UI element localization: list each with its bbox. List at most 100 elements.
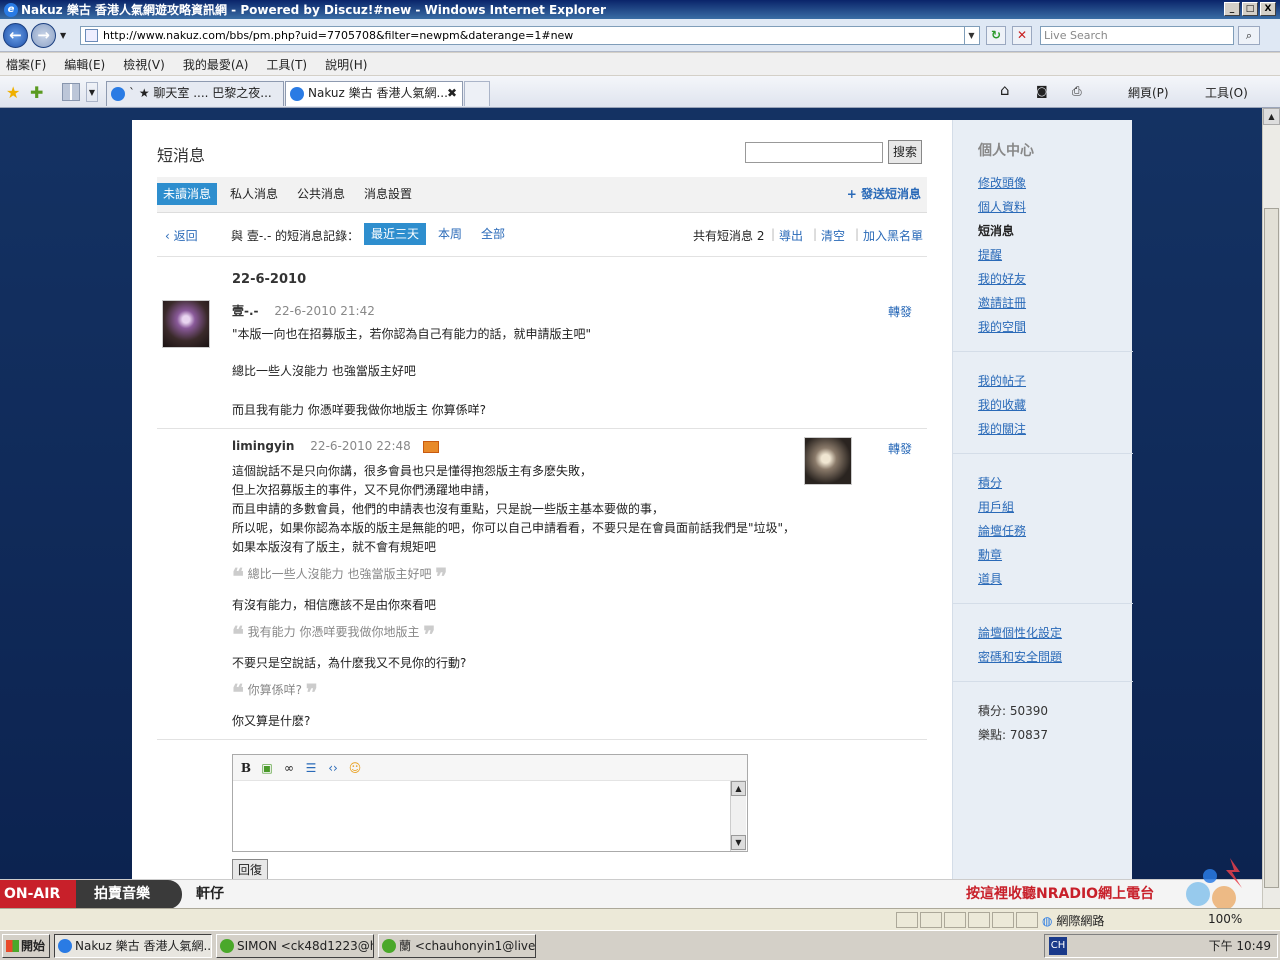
ie-logo-icon: e: [4, 2, 18, 17]
pm-search-button[interactable]: 搜索: [888, 140, 922, 164]
task-nakuz[interactable]: Nakuz 樂古 香港人氣網...: [54, 934, 212, 958]
menu-tools[interactable]: 工具(T): [266, 56, 307, 73]
stop-button[interactable]: ✕: [1012, 26, 1032, 45]
sidebar-item-space[interactable]: 我的空間: [978, 318, 1026, 335]
menu-file[interactable]: 檔案(F): [6, 56, 46, 73]
sidebar-item-friends[interactable]: 我的好友: [978, 270, 1026, 287]
image-icon[interactable]: ▣: [259, 761, 275, 775]
search-icon[interactable]: ⌕: [1238, 26, 1260, 45]
smiley-icon[interactable]: ☺: [347, 761, 363, 775]
forward-button[interactable]: →: [31, 23, 56, 48]
sidebar-item-usergroup[interactable]: 用戶組: [978, 498, 1014, 515]
security-zone[interactable]: ◍ 網際網路: [1042, 912, 1104, 929]
tab-list-icon[interactable]: ▼: [86, 82, 98, 102]
filter-all[interactable]: 全部: [474, 223, 512, 245]
new-tab-button[interactable]: [464, 81, 490, 106]
globe-icon: ◍: [1042, 914, 1053, 928]
print-icon[interactable]: ⎙: [1072, 84, 1082, 99]
task-simon[interactable]: SIMON <ck48d1223@ho...: [216, 934, 374, 958]
sidebar-item-notice[interactable]: 提醒: [978, 246, 1002, 263]
reply-editor[interactable]: B ▣ ∞ ☰ ‹› ☺ ▲ ▼: [232, 754, 748, 852]
reply-line: 不要只是空說話，為什麽我又不見你的行動?: [232, 656, 467, 670]
start-button[interactable]: 開始: [2, 934, 50, 958]
live-search-input[interactable]: Live Search: [1040, 26, 1234, 45]
editor-scrollbar[interactable]: ▲ ▼: [730, 781, 746, 851]
filter-recent-three-days[interactable]: 最近三天: [364, 223, 427, 245]
menu-favorites[interactable]: 我的最愛(A): [183, 56, 249, 73]
scroll-up-icon[interactable]: ▲: [1263, 108, 1280, 125]
tab-public[interactable]: 公共消息: [291, 183, 351, 205]
scroll-thumb[interactable]: [1264, 208, 1279, 888]
page-menu[interactable]: 網頁(P): [1128, 84, 1169, 101]
scroll-down-icon[interactable]: ▼: [731, 835, 746, 850]
tab-close-icon[interactable]: ✖: [447, 82, 457, 105]
minimize-button[interactable]: _: [1224, 2, 1240, 16]
address-dropdown-icon[interactable]: ▼: [964, 27, 978, 44]
mail-icon: [422, 440, 439, 453]
sidebar-item-threads[interactable]: 我的帖子: [978, 372, 1026, 389]
zoom-level[interactable]: 100%: [1208, 912, 1242, 926]
back-button[interactable]: ←: [3, 23, 28, 48]
back-link[interactable]: ‹ 返回: [165, 227, 198, 244]
sidebar-item-favorites[interactable]: 我的收藏: [978, 396, 1026, 413]
message-author[interactable]: limingyin: [232, 439, 294, 453]
history-dropdown-icon[interactable]: ▼: [60, 31, 66, 40]
menu-edit[interactable]: 編輯(E): [64, 56, 105, 73]
sidebar-item-items[interactable]: 道具: [978, 570, 1002, 587]
scroll-up-icon[interactable]: ▲: [731, 781, 746, 796]
reply-line: 你又算是什麽?: [232, 714, 311, 728]
blacklist-link[interactable]: 加入黑名單: [863, 227, 923, 244]
tab-settings[interactable]: 消息設置: [358, 183, 418, 205]
sidebar-item-profile[interactable]: 個人資料: [978, 198, 1026, 215]
ime-indicator[interactable]: CH: [1049, 937, 1067, 955]
quote-icon[interactable]: ☰: [303, 761, 319, 775]
avatar[interactable]: [804, 437, 852, 485]
code-icon[interactable]: ‹›: [325, 761, 341, 775]
clear-link[interactable]: 清空: [821, 227, 845, 244]
sidebar-item-security[interactable]: 密碼和安全問題: [978, 648, 1062, 665]
link-icon[interactable]: ∞: [281, 761, 297, 775]
menu-view[interactable]: 檢視(V): [123, 56, 165, 73]
quick-tabs-icon[interactable]: [62, 83, 80, 101]
reply-button[interactable]: 回復: [232, 859, 268, 879]
menu-help[interactable]: 說明(H): [325, 56, 367, 73]
sidebar-item-invite[interactable]: 邀請註冊: [978, 294, 1026, 311]
send-pm-link[interactable]: + 發送短消息: [847, 183, 921, 205]
sidebar-item-avatar[interactable]: 修改頭像: [978, 174, 1026, 191]
radio-banner[interactable]: ON-AIR 拍賣音樂 軒仔 按這裡收聽NRADIO網上電台: [0, 858, 1262, 910]
tab-private[interactable]: 私人消息: [224, 183, 284, 205]
tab-chatroom[interactable]: ` ★ 聊天室 .... 巴黎之夜...: [106, 81, 284, 106]
message-author[interactable]: 壹-.-: [232, 304, 259, 318]
task-lan[interactable]: 蘭 <chauhonyin1@live.h...: [378, 934, 536, 958]
sidebar-item-tasks[interactable]: 論壇任務: [978, 522, 1026, 539]
export-link[interactable]: 導出: [779, 227, 803, 244]
ie-page-icon: [111, 87, 125, 101]
add-favorite-icon[interactable]: ✚: [30, 83, 43, 102]
address-input[interactable]: http://www.nakuz.com/bbs/pm.php?uid=7705…: [80, 26, 980, 45]
page-scrollbar[interactable]: ▲: [1262, 108, 1280, 908]
favorites-star-icon[interactable]: ★: [6, 83, 20, 102]
home-icon[interactable]: ⌂: [1000, 81, 1010, 99]
radio-listen-link[interactable]: 按這裡收聽NRADIO網上電台: [966, 880, 1154, 909]
forward-link[interactable]: 轉發: [888, 440, 912, 457]
tab-nakuz[interactable]: Nakuz 樂古 香港人氣網... ✖: [285, 81, 463, 106]
task-label: Nakuz 樂古 香港人氣網...: [75, 939, 212, 953]
avatar[interactable]: [162, 300, 210, 348]
task-label: SIMON <ck48d1223@ho...: [237, 939, 374, 953]
tools-menu[interactable]: 工具(O): [1205, 84, 1248, 101]
filter-this-week[interactable]: 本周: [431, 223, 469, 245]
pm-search-input[interactable]: [745, 142, 883, 163]
sidebar-item-follows[interactable]: 我的關注: [978, 420, 1026, 437]
sidebar-item-credits[interactable]: 積分: [978, 474, 1002, 491]
refresh-button[interactable]: ↻: [986, 26, 1006, 45]
sidebar-item-medals[interactable]: 勳章: [978, 546, 1002, 563]
forward-link[interactable]: 轉發: [888, 303, 912, 320]
sidebar-item-customize[interactable]: 論壇個性化設定: [978, 624, 1062, 641]
maximize-button[interactable]: □: [1242, 2, 1258, 16]
close-window-button[interactable]: X: [1260, 2, 1276, 16]
clock[interactable]: 下午 10:49: [1209, 935, 1271, 957]
feeds-icon[interactable]: ◙: [1036, 84, 1048, 98]
bold-icon[interactable]: B: [238, 761, 254, 775]
tab-unread[interactable]: 未讀消息: [157, 183, 218, 205]
sidebar-item-pm[interactable]: 短消息: [978, 222, 1014, 239]
